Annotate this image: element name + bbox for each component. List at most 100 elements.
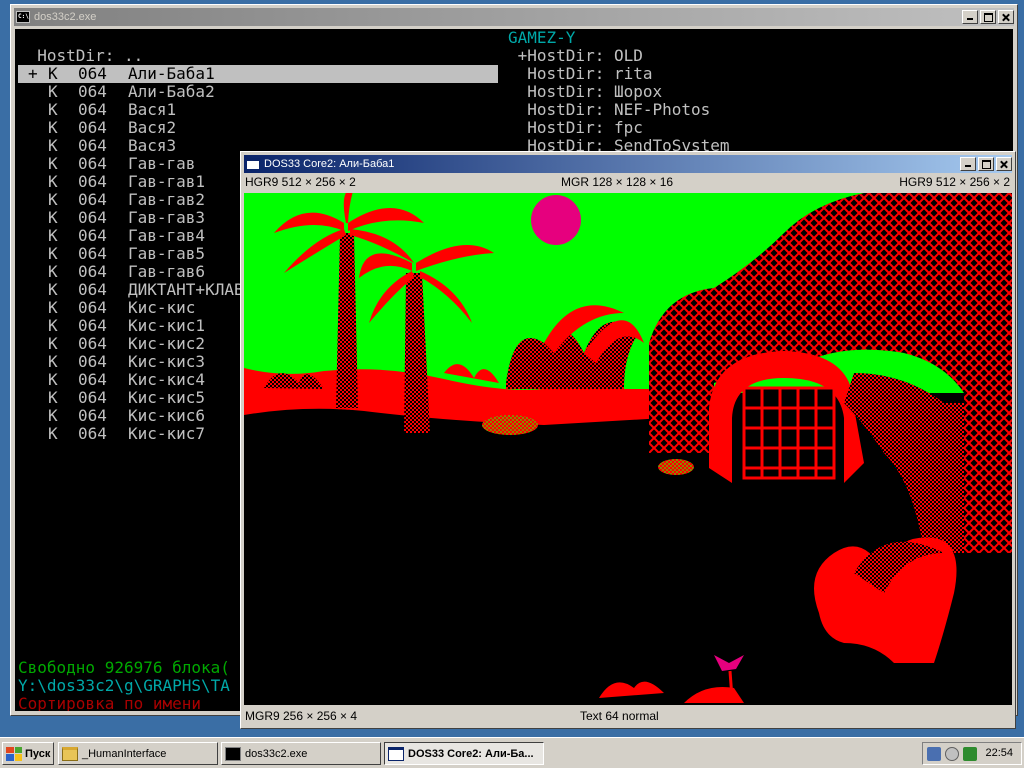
file-size: 064 [78, 262, 107, 281]
file-name: ДИКТАНТ+КЛАВ [128, 280, 244, 299]
video-mode-right[interactable]: HGR9 512 × 256 × 2 [899, 175, 1010, 189]
flower-stem [728, 670, 734, 699]
file-name: Гав-гав3 [128, 208, 206, 227]
sun [531, 195, 581, 245]
taskbar-item-label: DOS33 Core2: Али-Ба... [408, 747, 534, 760]
file-size: 064 [78, 226, 107, 245]
file-mark [28, 353, 38, 371]
file-mark: + [28, 64, 38, 83]
file-type: K [48, 136, 58, 155]
taskbar-item-emulator[interactable]: DOS33 Core2: Али-Ба... [384, 742, 544, 765]
console-titlebar[interactable]: dos33c2.exe [14, 8, 1014, 26]
system-tray: 22:54 [922, 742, 1022, 765]
rock [658, 459, 694, 475]
file-name: Кис-кис6 [128, 406, 206, 425]
file-name: Кис-кис3 [128, 352, 206, 371]
file-size: 064 [78, 82, 107, 101]
emulator-titlebar[interactable]: DOS33 Core2: Али-Баба1 [244, 155, 1012, 173]
video-mode-bottom-left[interactable]: MGR9 256 × 256 × 4 [245, 709, 357, 723]
file-type: K [48, 154, 58, 173]
file-name: Вася3 [128, 136, 177, 155]
file-mark [28, 407, 38, 425]
hostdir-row[interactable]: HostDir: fpc [508, 119, 643, 137]
volume-icon[interactable] [945, 747, 959, 761]
file-type: K [48, 280, 58, 299]
start-button[interactable]: Пуск [2, 742, 54, 765]
video-mode-left[interactable]: HGR9 512 × 256 × 2 [245, 175, 356, 189]
rock [482, 415, 538, 435]
file-mark [28, 263, 38, 281]
taskbar-item-console[interactable]: dos33c2.exe [221, 742, 381, 765]
file-size: 064 [78, 154, 107, 173]
folder-icon [62, 746, 78, 761]
emulator-window[interactable]: DOS33 Core2: Али-Баба1 HGR9 512 × 256 × … [240, 151, 1016, 729]
file-type: K [48, 370, 58, 389]
file-type: K [48, 226, 58, 245]
file-mark [28, 317, 38, 335]
parent-dir-row[interactable]: HostDir: .. [18, 47, 143, 65]
maximize-button[interactable] [978, 157, 994, 171]
minimize-button[interactable] [960, 157, 976, 171]
file-size: 064 [78, 280, 107, 299]
taskbar-item-humaninterface[interactable]: _HumanInterface [58, 742, 218, 765]
text-mode-indicator[interactable]: Text 64 normal [580, 709, 659, 723]
emulator-title: DOS33 Core2: Али-Баба1 [264, 158, 395, 170]
file-mark [28, 209, 38, 227]
hostdir-row[interactable]: +HostDir: OLD [508, 47, 643, 65]
file-name: Вася1 [128, 100, 177, 119]
file-type: K [48, 100, 58, 119]
file-name: Кис-кис [128, 298, 196, 317]
video-mode-center[interactable]: MGR 128 × 128 × 16 [561, 175, 673, 189]
file-type: K [48, 190, 58, 209]
free-space-line: Свободно 926976 блока( [18, 658, 230, 677]
maximize-button[interactable] [980, 10, 996, 24]
game-scene [244, 193, 1012, 705]
file-type: K [48, 352, 58, 371]
file-type: K [48, 118, 58, 137]
close-button[interactable] [996, 157, 1012, 171]
file-mark [28, 155, 38, 173]
file-name: Кис-кис5 [128, 388, 206, 407]
console-title: dos33c2.exe [34, 11, 97, 23]
app-window-icon [388, 746, 404, 761]
file-size: 064 [78, 190, 107, 209]
file-name: Гав-гав6 [128, 262, 206, 281]
file-mark [28, 227, 38, 245]
file-name: Кис-кис2 [128, 334, 206, 353]
file-type: K [48, 388, 58, 407]
hostdir-row[interactable]: HostDir: rita [508, 65, 652, 83]
emulator-screen[interactable] [244, 193, 1012, 705]
file-size: 064 [78, 352, 107, 371]
file-mark [28, 83, 38, 101]
minimize-button[interactable] [962, 10, 978, 24]
file-type: K [48, 64, 58, 83]
clock[interactable]: 22:54 [985, 747, 1013, 759]
file-type: K [48, 406, 58, 425]
start-label: Пуск [25, 747, 51, 760]
close-button[interactable] [998, 10, 1014, 24]
file-type: K [48, 172, 58, 191]
hostdir-row[interactable]: HostDir: NEF-Photos [508, 101, 710, 119]
file-size: 064 [78, 64, 107, 83]
file-size: 064 [78, 100, 107, 119]
file-name: Кис-кис1 [128, 316, 206, 335]
video-mode-bar-bottom: MGR9 256 × 256 × 4 Text 64 normal [244, 707, 1012, 725]
file-mark [28, 299, 38, 317]
file-mark [28, 119, 38, 137]
file-size: 064 [78, 244, 107, 263]
hostdir-row[interactable]: HostDir: Шорох [508, 83, 662, 101]
taskbar-item-label: dos33c2.exe [245, 747, 308, 760]
console-icon [225, 746, 241, 761]
file-mark [28, 101, 38, 119]
file-name: Али-Баба1 [128, 64, 215, 83]
file-name: Вася2 [128, 118, 177, 137]
file-name: Гав-гав5 [128, 244, 206, 263]
file-name: Гав-гав2 [128, 190, 206, 209]
video-mode-bar-top: HGR9 512 × 256 × 2 MGR 128 × 128 × 16 HG… [244, 173, 1012, 191]
file-size: 064 [78, 208, 107, 227]
security-icon[interactable] [963, 747, 977, 761]
network-icon[interactable] [927, 747, 941, 761]
file-name: Кис-кис4 [128, 370, 206, 389]
file-mark [28, 335, 38, 353]
console-icon [16, 11, 30, 23]
